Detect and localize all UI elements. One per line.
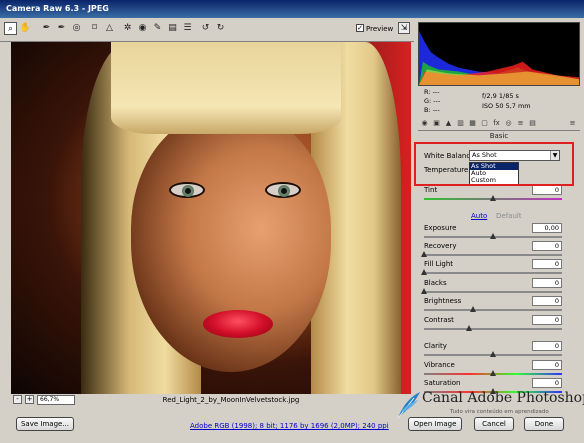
brightness-slider[interactable]: Brightness 0 bbox=[424, 296, 564, 315]
slider-thumb[interactable] bbox=[490, 195, 496, 201]
panel-tabs: ◉ ▣ ▲ ▥ ▦ ▢ fx ◎ ≡ ▤ ≡ bbox=[418, 117, 580, 131]
watermark-logo: Canal Adobe Photoshop Tudo vira conteúdo… bbox=[392, 386, 584, 426]
clarity-label: Clarity bbox=[424, 342, 447, 350]
recovery-slider[interactable]: Recovery 0 bbox=[421, 241, 564, 260]
detail-tab-icon[interactable]: ▲ bbox=[444, 119, 453, 128]
fringe bbox=[111, 42, 341, 134]
presets-tab-icon[interactable]: ≡ bbox=[516, 119, 525, 128]
iso-focal: ISO 50 5,7 mm bbox=[482, 102, 531, 110]
aperture-shutter: f/2,9 1/85 s bbox=[482, 92, 519, 100]
tint-value[interactable]: 0 bbox=[532, 185, 562, 195]
zoom-in-button[interactable]: + bbox=[25, 395, 34, 404]
recovery-value[interactable]: 0 bbox=[532, 241, 562, 251]
recovery-label: Recovery bbox=[424, 242, 457, 250]
white-balance-icon[interactable]: ✒ bbox=[40, 22, 53, 35]
vibrance-slider[interactable]: Vibrance 0 bbox=[424, 360, 564, 379]
histogram bbox=[418, 22, 580, 86]
camera-raw-window: Camera Raw 6.3 - JPEG ⌕ ✋ ✒ ✒ ◎ ⌑ △ ✲ ◉ … bbox=[0, 0, 584, 443]
vibrance-label: Vibrance bbox=[424, 361, 455, 369]
fill-light-slider[interactable]: Fill Light 0 bbox=[421, 259, 564, 278]
default-link: Default bbox=[496, 212, 522, 220]
image-preview[interactable] bbox=[11, 42, 411, 394]
slider-thumb[interactable] bbox=[466, 325, 472, 331]
slider-thumb[interactable] bbox=[490, 233, 496, 239]
rotate-ccw-icon[interactable]: ↺ bbox=[199, 22, 212, 35]
hsl-tab-icon[interactable]: ▥ bbox=[456, 119, 465, 128]
red-readout: R: --- bbox=[424, 88, 440, 96]
clarity-value[interactable]: 0 bbox=[532, 341, 562, 351]
toolbar: ⌕ ✋ ✒ ✒ ◎ ⌑ △ ✲ ◉ ✎ ▤ ☰ ↺ ↻ ✓ Preview ⇲ bbox=[0, 18, 414, 42]
contrast-value[interactable]: 0 bbox=[532, 315, 562, 325]
basic-tab-icon[interactable]: ◉ bbox=[420, 119, 429, 128]
auto-link[interactable]: Auto bbox=[471, 212, 487, 220]
slider-thumb[interactable] bbox=[490, 370, 496, 376]
left-eye bbox=[169, 182, 205, 198]
blue-readout: B: --- bbox=[424, 106, 440, 114]
section-title: Basic bbox=[489, 132, 509, 140]
targeted-adjust-icon[interactable]: ◎ bbox=[70, 22, 83, 35]
fill-light-value[interactable]: 0 bbox=[532, 259, 562, 269]
exposure-value[interactable]: 0,00 bbox=[532, 223, 562, 233]
brightness-label: Brightness bbox=[424, 297, 462, 305]
slider-thumb[interactable] bbox=[490, 351, 496, 357]
blacks-label: Blacks bbox=[424, 279, 447, 287]
snapshots-tab-icon[interactable]: ▤ bbox=[528, 119, 537, 128]
rgb-readout: R: --- G: --- B: --- f/2,9 1/85 s ISO 50… bbox=[420, 88, 580, 118]
slider-thumb[interactable] bbox=[421, 269, 427, 275]
adjustment-brush-icon[interactable]: ✎ bbox=[151, 22, 164, 35]
lens-tab-icon[interactable]: ▢ bbox=[480, 119, 489, 128]
preferences-icon[interactable]: ☰ bbox=[181, 22, 194, 35]
spot-removal-icon[interactable]: ✲ bbox=[121, 22, 134, 35]
brightness-value[interactable]: 0 bbox=[532, 296, 562, 306]
watermark-title: Canal Adobe Photoshop bbox=[422, 390, 584, 406]
filename: Red_Light_2_by_MoonInVelvetstock.jpg bbox=[162, 396, 300, 404]
hand-icon[interactable]: ✋ bbox=[19, 22, 32, 35]
clarity-slider[interactable]: Clarity 0 bbox=[424, 341, 564, 360]
save-image-button[interactable]: Save Image... bbox=[16, 417, 74, 431]
fullscreen-icon[interactable]: ⇲ bbox=[398, 22, 410, 34]
canvas-footer: - + 66,7% Red_Light_2_by_MoonInVelvetsto… bbox=[11, 394, 411, 406]
vibrance-value[interactable]: 0 bbox=[532, 360, 562, 370]
color-sampler-icon[interactable]: ✒ bbox=[55, 22, 68, 35]
exposure-label: Exposure bbox=[424, 224, 457, 232]
slider-thumb[interactable] bbox=[421, 251, 427, 257]
tone-curve-tab-icon[interactable]: ▣ bbox=[432, 119, 441, 128]
exposure-slider[interactable]: Exposure 0,00 bbox=[424, 223, 564, 242]
split-toning-tab-icon[interactable]: ▦ bbox=[468, 119, 477, 128]
contrast-slider[interactable]: Contrast 0 bbox=[424, 315, 564, 334]
zoom-icon[interactable]: ⌕ bbox=[4, 22, 17, 35]
red-eye-icon[interactable]: ◉ bbox=[136, 22, 149, 35]
window-title: Camera Raw 6.3 - JPEG bbox=[0, 0, 584, 18]
workflow-options-link[interactable]: Adobe RGB (1998); 8 bit; 1176 by 1696 (2… bbox=[190, 422, 389, 430]
lips bbox=[203, 310, 273, 338]
zoom-out-button[interactable]: - bbox=[13, 395, 22, 404]
contrast-label: Contrast bbox=[424, 316, 454, 324]
right-eye bbox=[265, 182, 301, 198]
checkmark-icon: ✓ bbox=[356, 24, 364, 32]
straighten-icon[interactable]: △ bbox=[103, 22, 116, 35]
blacks-value[interactable]: 0 bbox=[532, 278, 562, 288]
fill-light-label: Fill Light bbox=[424, 260, 454, 268]
slider-thumb[interactable] bbox=[470, 306, 476, 312]
panel-menu-icon[interactable]: ≡ bbox=[568, 119, 577, 128]
watermark-subtitle: Tudo vira conteúdo em aprendizado bbox=[450, 409, 549, 415]
tint-slider[interactable]: Tint 0 bbox=[424, 185, 564, 204]
preview-label: Preview bbox=[366, 25, 394, 33]
blacks-slider[interactable]: Blacks 0 bbox=[421, 278, 564, 297]
graduated-filter-icon[interactable]: ▤ bbox=[166, 22, 179, 35]
rotate-cw-icon[interactable]: ↻ bbox=[214, 22, 227, 35]
green-readout: G: --- bbox=[424, 97, 441, 105]
effects-tab-icon[interactable]: fx bbox=[492, 119, 501, 128]
crop-icon[interactable]: ⌑ bbox=[88, 22, 101, 35]
slider-thumb[interactable] bbox=[421, 288, 427, 294]
feather-icon bbox=[397, 392, 420, 419]
highlight-box bbox=[414, 142, 574, 186]
tint-label: Tint bbox=[424, 186, 438, 194]
zoom-select[interactable]: 66,7% bbox=[37, 395, 75, 405]
camera-calibration-tab-icon[interactable]: ◎ bbox=[504, 119, 513, 128]
